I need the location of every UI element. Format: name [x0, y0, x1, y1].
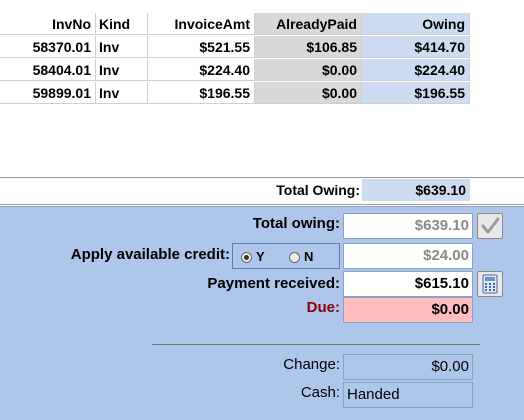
due-label: Due: — [306, 299, 340, 316]
table-row[interactable]: 58370.01 Inv $521.55 $106.85 $414.70 — [0, 36, 470, 59]
cell-invoiceamt: $521.55 — [148, 36, 255, 58]
checkmark-icon — [481, 217, 500, 234]
grid-header: InvNo Kind InvoiceAmt AlreadyPaid Owing — [0, 13, 470, 35]
table-row[interactable]: 58404.01 Inv $224.40 $0.00 $224.40 — [0, 59, 470, 82]
cell-alreadypaid: $106.85 — [255, 36, 362, 58]
credit-yes-radio[interactable]: Y — [241, 249, 265, 264]
credit-amount-field: $24.00 — [343, 243, 473, 269]
grid-total-row: Total Owing: $639.10 — [0, 177, 524, 205]
cell-invno: 59899.01 — [0, 82, 96, 104]
calculator-icon — [482, 274, 498, 294]
column-header-invoiceamt[interactable]: InvoiceAmt — [148, 13, 255, 35]
grid-total-label: Total Owing: — [276, 182, 360, 198]
grid-total-value: $639.10 — [362, 179, 470, 201]
payment-received-label: Payment received: — [207, 275, 340, 292]
change-field: $0.00 — [343, 354, 473, 380]
cash-field[interactable]: Handed — [343, 382, 473, 408]
payment-panel: Total owing: $639.10 Apply available cre… — [0, 206, 524, 420]
separator-line — [152, 344, 480, 345]
cell-kind: Inv — [96, 82, 148, 104]
column-header-owing[interactable]: Owing — [362, 13, 470, 35]
credit-no-label: N — [304, 249, 314, 264]
cell-owing: $224.40 — [362, 59, 470, 81]
cell-owing: $196.55 — [362, 82, 470, 104]
due-field: $0.00 — [343, 297, 473, 323]
apply-credit-label: Apply available credit: — [70, 246, 230, 263]
cell-kind: Inv — [96, 36, 148, 58]
cash-label: Cash: — [300, 384, 340, 401]
total-owing-label: Total owing: — [252, 215, 340, 232]
credit-yes-label: Y — [256, 249, 265, 264]
cell-kind: Inv — [96, 59, 148, 81]
column-header-alreadypaid[interactable]: AlreadyPaid — [255, 13, 362, 35]
cell-invno: 58404.01 — [0, 59, 96, 81]
column-header-invno[interactable]: InvNo — [0, 13, 96, 35]
invoice-grid: InvNo Kind InvoiceAmt AlreadyPaid Owing … — [0, 0, 524, 205]
cell-owing: $414.70 — [362, 36, 470, 58]
calculator-button[interactable] — [477, 271, 503, 297]
radio-unselected-icon — [289, 252, 300, 264]
cell-alreadypaid: $0.00 — [255, 82, 362, 104]
total-owing-field: $639.10 — [343, 213, 473, 239]
cell-invno: 58370.01 — [0, 36, 96, 58]
payment-received-input[interactable]: $615.10 — [343, 271, 473, 297]
credit-no-radio[interactable]: N — [289, 249, 313, 264]
change-label: Change: — [283, 356, 340, 373]
apply-credit-radio-group: Y N — [232, 243, 340, 269]
cell-alreadypaid: $0.00 — [255, 59, 362, 81]
cell-invoiceamt: $224.40 — [148, 59, 255, 81]
total-owing-button[interactable] — [477, 213, 503, 239]
table-row[interactable]: 59899.01 Inv $196.55 $0.00 $196.55 — [0, 82, 470, 105]
radio-selected-icon — [241, 252, 252, 264]
cell-invoiceamt: $196.55 — [148, 82, 255, 104]
column-header-kind[interactable]: Kind — [96, 13, 148, 35]
